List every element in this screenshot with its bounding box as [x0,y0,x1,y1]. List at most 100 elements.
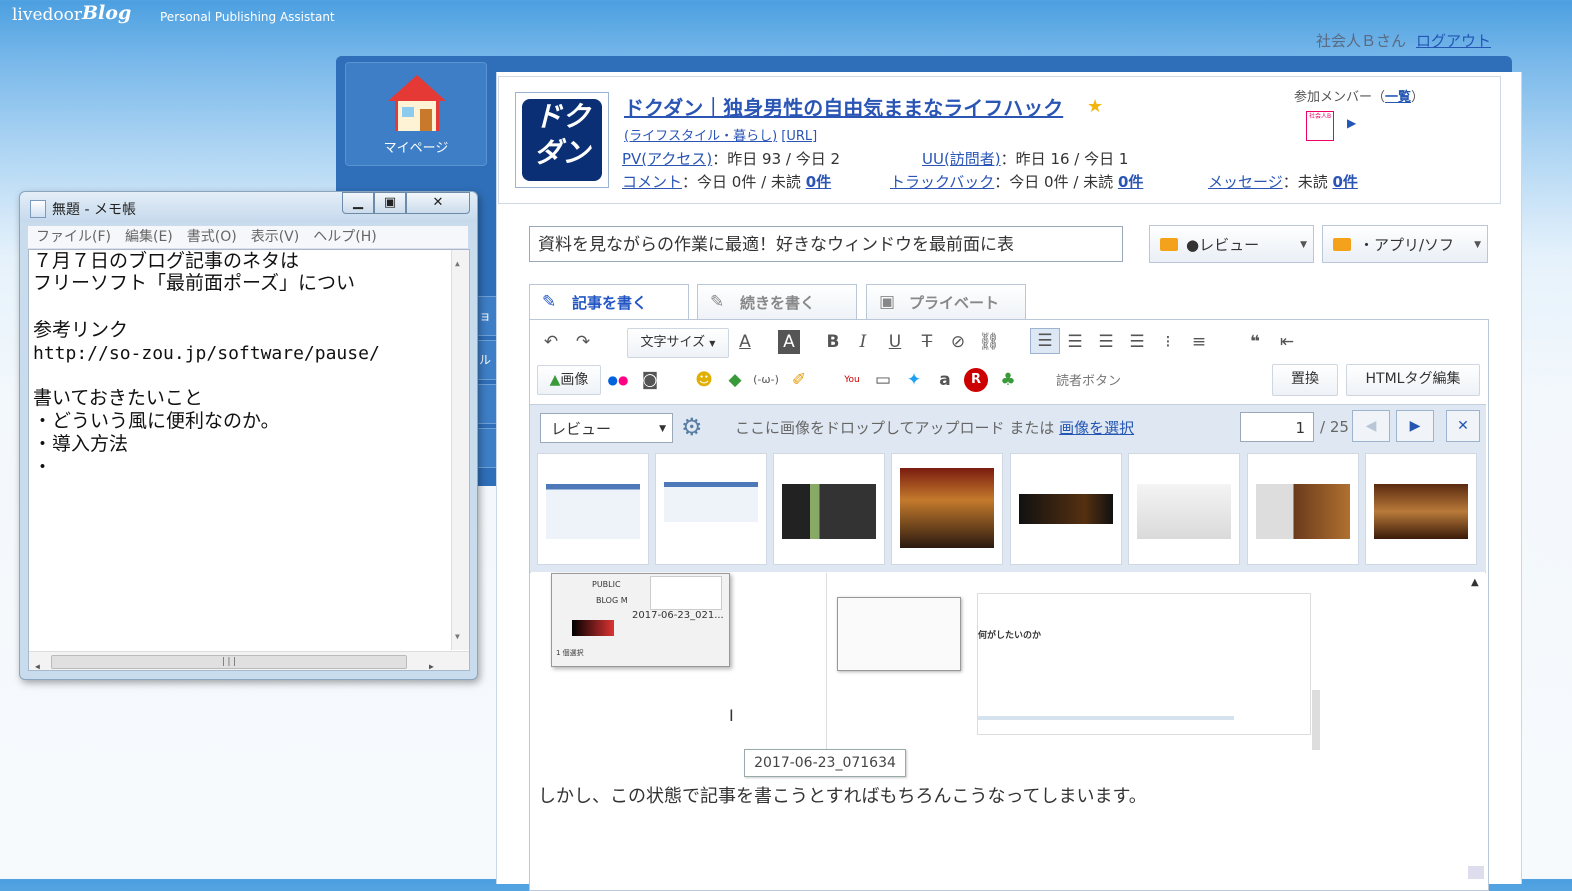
scroll-down-icon[interactable]: ▼ [455,625,460,648]
notepad-titlebar[interactable]: 無題 - メモ帳 ▁ ▣ ✕ [20,192,477,222]
youtube-icon[interactable]: You [840,368,864,392]
scroll-thumb[interactable]: ||| [51,655,407,669]
image-thumbnail[interactable] [1128,453,1240,565]
font-size-dropdown[interactable]: 文字サイズ ▼ [627,328,729,358]
menu-file[interactable]: ファイル(F) [36,229,111,245]
underline-icon[interactable]: U [884,330,906,354]
scrollbar-thumb[interactable] [1468,866,1484,879]
replace-button[interactable]: 置換 [1272,364,1338,396]
image-thumbnail[interactable] [773,453,885,565]
bold-icon[interactable]: B [822,330,844,354]
message-unread-link[interactable]: 0件 [1332,173,1357,191]
blog-title-link[interactable]: ドクダン｜独身男性の自由気ままなライフハック [624,92,1063,121]
next-member-icon[interactable]: ▶ [1347,116,1356,130]
minimize-icon[interactable]: ▁ [342,192,374,214]
emoji-icon[interactable]: ☻ [692,368,716,392]
comment-stat: コメント：今日 0件 / 未読 0件 [622,171,831,192]
html-edit-button[interactable]: HTMLタグ編集 [1346,364,1480,396]
article-body-text[interactable]: しかし、この状態で記事を書こうとすればもちろんこうなってしまいます。 [538,782,1147,808]
menu-format[interactable]: 書式(O) [187,229,237,245]
tab-write-article[interactable]: ✎ 記事を書く [529,284,689,322]
reader-button[interactable]: 読者ボタン [1056,370,1121,389]
amazon-icon[interactable]: a [933,368,957,392]
blog-logo[interactable]: ドクダン [515,92,609,188]
notepad-textarea[interactable]: ７月７日のブログ記事のネタは フリーソフト「最前面ポーズ」につい 参考リンク h… [28,249,470,671]
menu-help[interactable]: ヘルプ(H) [313,229,376,245]
notepad-window[interactable]: 無題 - メモ帳 ▁ ▣ ✕ ファイル(F) 編集(E) 書式(O) 表示(V) ヘルプ… [19,191,478,680]
select-image-link[interactable]: 画像を選択 [1059,419,1134,437]
pen-icon[interactable]: ✐ [787,368,811,392]
blog-category-link[interactable]: (ライフスタイル・暮らし) [624,129,777,144]
close-icon[interactable]: ✕ [1446,410,1480,442]
comment-link[interactable]: コメント [622,173,682,191]
align-justify-icon[interactable]: ☰ [1126,330,1148,354]
trackback-unread-link[interactable]: 0件 [1118,173,1143,191]
numbered-list-icon[interactable]: ≡ [1188,330,1210,354]
image-thumbnail[interactable] [1365,453,1477,565]
image-thumbnail[interactable] [537,453,649,565]
close-window-icon[interactable]: ✕ [406,192,470,214]
category-select-1[interactable]: ●レビュー ▼ [1149,225,1314,263]
horizontal-scrollbar[interactable]: ◀ ||| ▶ [29,651,469,671]
scroll-right-icon[interactable]: ▶ [429,655,434,678]
message-link[interactable]: メッセージ [1208,173,1283,191]
page-number-input[interactable]: 1 [1240,412,1314,442]
mypage-button[interactable]: マイページ [345,62,487,166]
image-thumbnail[interactable] [891,453,1003,565]
blog-url-link[interactable]: [URL] [781,129,817,144]
trackback-link[interactable]: トラックバック [890,173,994,191]
share-icon[interactable]: ♣ [996,368,1020,392]
logout-link[interactable]: ログアウト [1416,32,1491,50]
comment-unread-link[interactable]: 0件 [806,173,831,191]
clear-format-icon[interactable]: ⊘ [947,330,969,354]
uu-link[interactable]: UU(訪問者) [922,150,1001,168]
category-select-2[interactable]: ・アプリ/ソフ ▼ [1322,225,1488,263]
blog-category-line: (ライフスタイル・暮らし) [URL] [624,125,817,144]
bullet-list-icon[interactable]: ⁝ [1157,330,1179,354]
scroll-up-icon[interactable]: ▲ [455,252,460,275]
scroll-left-icon[interactable]: ◀ [35,655,40,678]
indent-icon[interactable]: ⇤ [1276,330,1298,354]
brand-blog[interactable]: Blog [82,2,131,24]
align-center-icon[interactable]: ☰ [1064,330,1086,354]
rakuten-icon[interactable]: R [964,368,988,392]
quote-icon[interactable]: ❝ [1244,330,1266,354]
twitter-icon[interactable]: ✦ [902,368,926,392]
sticker-icon[interactable]: ◆ [723,368,747,392]
text-color-icon[interactable]: A [734,330,756,354]
instagram-icon[interactable]: ◙ [638,368,662,392]
tab-private[interactable]: ▣ プライベート [866,284,1026,320]
link-icon[interactable]: ⛓ [978,330,1000,354]
scroll-up-icon[interactable]: ▲ [1471,577,1479,588]
article-title-input[interactable]: 資料を見ながらの作業に最適！好きなウィンドウを最前面に表 [529,226,1123,262]
vertical-scrollbar[interactable]: ▲ ▼ [451,250,469,650]
brand-livedoor[interactable]: livedoor [12,5,82,25]
undo-icon[interactable]: ↶ [540,330,562,354]
redo-icon[interactable]: ↷ [572,330,594,354]
strikethrough-icon[interactable]: T [916,330,938,354]
align-left-icon[interactable]: ☰ [1030,328,1060,354]
menu-view[interactable]: 表示(V) [251,229,300,245]
italic-icon[interactable]: I [852,330,874,354]
uploader-category-select[interactable]: レビュー ▼ [540,413,673,443]
tab-continue[interactable]: ✎ 続きを書く [697,284,857,320]
member-avatar[interactable]: 社会人B [1306,111,1334,141]
members-list-link[interactable]: 一覧 [1385,90,1411,105]
kaomoji-icon[interactable]: (-ω-) [753,368,779,392]
menu-edit[interactable]: 編集(E) [125,229,173,245]
niconico-icon[interactable]: ▭ [871,368,895,392]
image-button[interactable]: ▲画像 [537,365,601,395]
flickr-icon[interactable]: ●● [606,368,630,392]
image-thumbnail[interactable] [655,453,767,565]
align-right-icon[interactable]: ☰ [1095,330,1117,354]
next-page-icon[interactable]: ▶ [1396,410,1434,442]
message-values: ：未読 [1282,173,1333,191]
image-thumbnail[interactable] [1247,453,1359,565]
background-color-icon[interactable]: A [778,330,800,354]
prev-page-icon[interactable]: ◀ [1352,410,1390,442]
user-name: 社会人Ｂさん [1316,32,1407,50]
pv-link[interactable]: PV(アクセス) [622,150,712,168]
gear-icon[interactable]: ⚙ [681,413,703,441]
maximize-icon[interactable]: ▣ [374,192,406,214]
image-thumbnail[interactable] [1010,453,1122,565]
